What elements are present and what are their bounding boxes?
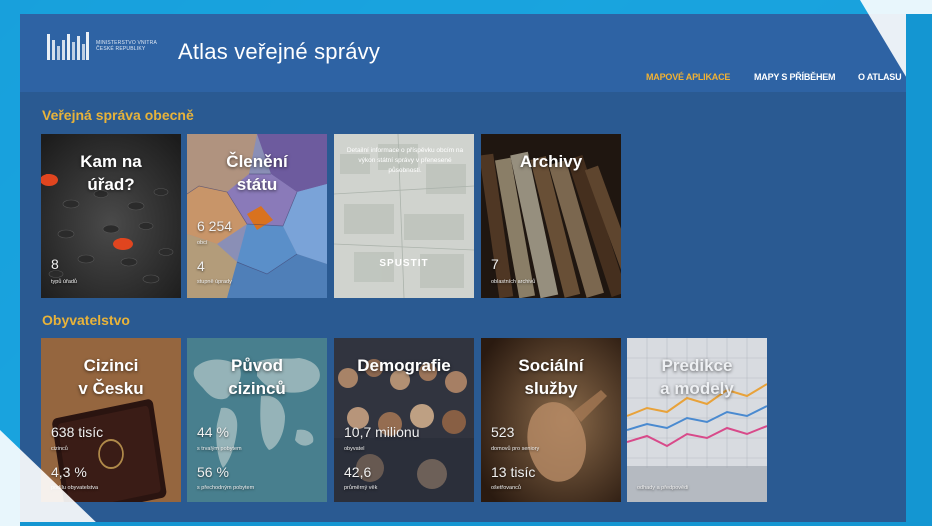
nav-o-atlasu[interactable]: O ATLASU xyxy=(858,72,902,82)
spustit-button[interactable]: SPUSTIT xyxy=(334,258,474,269)
nav-mapy-s-pribehem[interactable]: MAPY S PŘÍBĚHEM xyxy=(754,72,836,82)
nav-mapove-aplikace[interactable]: MAPOVÉ APLIKACE xyxy=(646,72,730,82)
stat-label: obcí xyxy=(197,240,208,246)
ministry-logo-icon[interactable] xyxy=(46,30,90,62)
tile-title-line: úřad? xyxy=(87,175,135,194)
tile-cizinci-v-cesku[interactable]: Cizinci v Česku 638 tisíc cizinců 4,3 % … xyxy=(41,338,181,502)
stat-label: obyvatel xyxy=(344,446,365,452)
tile-title-line: Archivy xyxy=(519,152,583,171)
tile-title: Demografie xyxy=(334,354,474,377)
tile-title-line: Predikce xyxy=(661,356,733,375)
tile-title-line: služby xyxy=(524,379,578,398)
tile-title-line: a modely xyxy=(660,379,734,398)
stat-label: ošetřovanců xyxy=(491,485,521,491)
stat-label: cizinců xyxy=(51,446,68,452)
tile-title: Členění státu xyxy=(187,150,327,196)
tile-description: Detailní informace o příspěvku obcím na … xyxy=(346,147,464,174)
stat-label: domovů pro seniory xyxy=(491,446,540,452)
tile-archivy[interactable]: Archivy 7 oblastních archivů xyxy=(481,134,621,298)
tile-kam-na-urad[interactable]: Kam na úřad? 8 typů úřadů xyxy=(41,134,181,298)
tile-title-line: Sociální xyxy=(518,356,584,375)
stat-label: stupně úprady xyxy=(197,279,232,285)
tile-title-line: Původ xyxy=(231,356,283,375)
stat-value: 6 254 xyxy=(197,218,233,234)
stat-label: s přechodným pobytem xyxy=(197,485,255,491)
stat-label: podílu obyvatelstva xyxy=(51,485,99,491)
tile-title-line: Cizinci xyxy=(83,356,139,375)
tile-title-line: Demografie xyxy=(357,356,451,375)
tile-title: Původ cizinců xyxy=(187,354,327,400)
tile-title-line: cizinců xyxy=(228,379,286,398)
stat-label: odhady a předpovědi xyxy=(637,485,689,491)
stat-value: 42,6 xyxy=(344,464,372,480)
tile-cleneni-statu[interactable]: Členění státu 6 254 obcí 4 stupně úprady xyxy=(187,134,327,298)
stat-label: typů úřadů xyxy=(51,279,77,285)
stat-label: s trvalým pobytem xyxy=(197,446,242,452)
tile-socialni-sluzby[interactable]: Sociální služby 523 domovů pro seniory 1… xyxy=(481,338,621,502)
stat-value: 638 tisíc xyxy=(51,424,104,440)
browser-screen: MINISTERSTVO VNITRA ČESKÉ REPUBLIKY Atla… xyxy=(20,14,906,522)
tile-title: Cizinci v Česku xyxy=(41,354,181,400)
stat-value: 13 tisíc xyxy=(491,464,536,480)
stat-value: 4 xyxy=(197,258,205,274)
tile-title-line: státu xyxy=(236,175,278,194)
stat-value: 44 % xyxy=(197,424,229,440)
site-title[interactable]: Atlas veřejné správy xyxy=(178,39,380,65)
tile-title-line: Členění xyxy=(226,152,288,171)
ministry-line-2: ČESKÉ REPUBLIKY xyxy=(96,46,146,52)
stat-value: 8 xyxy=(51,256,59,272)
stat-value: 4,3 % xyxy=(51,464,87,480)
section-title-obyvatelstvo: Obyvatelstvo xyxy=(42,312,130,328)
tile-title: Archivy xyxy=(481,150,621,173)
tile-title-line: Kam na xyxy=(80,152,142,171)
stat-value: 10,7 milionu xyxy=(344,424,420,440)
stat-label: oblastních archivů xyxy=(491,279,536,285)
tile-title: Kam na úřad? xyxy=(41,150,181,196)
tile-title: Sociální služby xyxy=(481,354,621,400)
stat-value: 523 xyxy=(491,424,515,440)
tile-prispevek-obcim[interactable]: Detailní informace o příspěvku obcím na … xyxy=(334,134,474,298)
stat-label: průměrný věk xyxy=(344,485,378,491)
tile-puvod-cizincu[interactable]: Původ cizinců 44 % s trvalým pobytem 56 … xyxy=(187,338,327,502)
tile-title-line: v Česku xyxy=(78,379,144,398)
section-title-verejna-sprava: Veřejná správa obecně xyxy=(42,107,194,123)
ministry-name: MINISTERSTVO VNITRA ČESKÉ REPUBLIKY xyxy=(96,40,176,52)
site-header: MINISTERSTVO VNITRA ČESKÉ REPUBLIKY Atla… xyxy=(20,14,906,92)
stat-value: 7 xyxy=(491,256,499,272)
tile-predikce-a-modely[interactable]: Predikce a modely odhady a předpovědi xyxy=(627,338,767,502)
tile-title: Predikce a modely xyxy=(627,354,767,400)
stat-value: 56 % xyxy=(197,464,229,480)
tile-demografie[interactable]: Demografie 10,7 milionu obyvatel 42,6 pr… xyxy=(334,338,474,502)
